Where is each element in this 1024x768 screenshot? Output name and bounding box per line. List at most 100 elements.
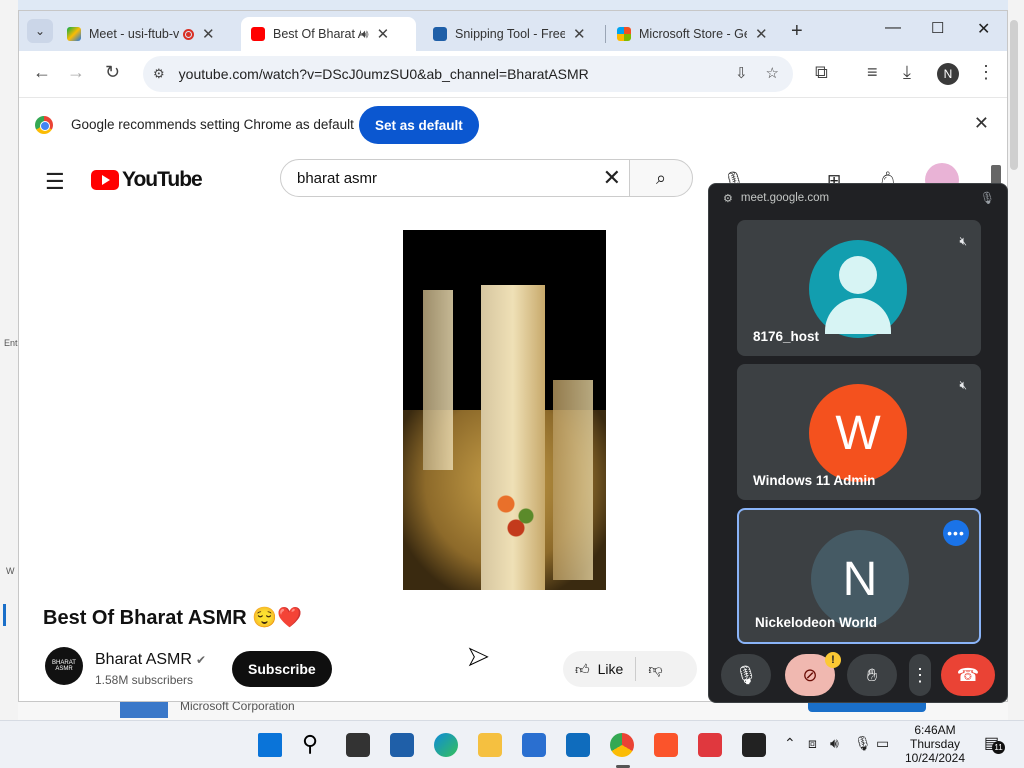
task-view-icon[interactable] bbox=[346, 733, 370, 757]
participant-tile-self[interactable]: N ••• Nickelodeon World bbox=[737, 508, 981, 644]
meet-header: ⚙ meet.google.com 🎙︎ bbox=[709, 184, 1007, 212]
brave-icon[interactable] bbox=[654, 733, 678, 757]
background-window-left-edge: Ent W bbox=[0, 0, 18, 720]
url-text: youtube.com/watch?v=DScJ0umzSU0&ab_chann… bbox=[178, 66, 589, 82]
edge-text: Ent bbox=[4, 338, 18, 348]
camera-off-icon: ⊘ bbox=[802, 664, 818, 685]
menu-kebab-icon[interactable]: ⋮ bbox=[977, 62, 995, 83]
audio-playing-icon[interactable]: 🔊︎ bbox=[361, 27, 369, 42]
leave-call-button[interactable]: ☎︎ bbox=[941, 654, 995, 696]
snipping-favicon-icon bbox=[433, 27, 447, 41]
new-tab-icon[interactable]: + bbox=[791, 20, 803, 43]
tab-youtube[interactable]: Best Of Bharat A 🔊︎ ✕ bbox=[241, 17, 416, 51]
package-app-icon[interactable] bbox=[742, 733, 766, 757]
thumbs-down-icon: 👎︎ bbox=[648, 660, 663, 677]
clear-search-icon[interactable]: ✕ bbox=[603, 165, 621, 191]
profile-avatar[interactable]: N bbox=[937, 63, 959, 85]
store-app-icon bbox=[120, 700, 168, 718]
file-explorer-icon[interactable] bbox=[478, 733, 502, 757]
raise-hand-button[interactable]: ✋︎ bbox=[847, 654, 897, 696]
volume-icon[interactable]: 🔊︎ bbox=[830, 735, 839, 752]
tab-title: Snipping Tool - Free bbox=[455, 27, 565, 41]
youtube-play-icon bbox=[91, 170, 119, 190]
meet-favicon-icon bbox=[67, 27, 81, 41]
end-call-icon: ☎︎ bbox=[956, 664, 980, 685]
show-hidden-icons-icon[interactable]: ⌃ bbox=[784, 735, 796, 752]
close-tab-icon[interactable]: ✕ bbox=[755, 25, 768, 43]
bookmark-star-icon[interactable]: ☆ bbox=[766, 64, 779, 82]
tab-title: Meet - usi-ftub-v bbox=[89, 27, 179, 41]
youtube-favicon-icon bbox=[251, 27, 265, 41]
participant-name: Windows 11 Admin bbox=[753, 473, 876, 488]
mic-muted-icon: 🔇︎ bbox=[959, 234, 967, 248]
tab-bar: ⌄ Meet - usi-ftub-v ✕ Best Of Bharat A 🔊… bbox=[19, 11, 1007, 51]
maximize-icon[interactable]: ☐ bbox=[931, 19, 944, 37]
notification-center-icon[interactable]: ▤ 11 bbox=[984, 733, 1005, 754]
reload-icon[interactable]: ↻ bbox=[105, 62, 120, 83]
microphone-button[interactable]: 🎙︎ bbox=[721, 654, 771, 696]
chrome-icon[interactable] bbox=[610, 733, 634, 757]
participant-tile[interactable]: W 🔇︎ Windows 11 Admin bbox=[737, 364, 981, 500]
microphone-tray-icon[interactable]: 🎙︎ bbox=[854, 735, 872, 752]
like-dislike-group: 👍︎ Like 👎︎ bbox=[563, 651, 697, 687]
channel-name[interactable]: Bharat ASMR ✔ bbox=[95, 651, 206, 669]
downloads-icon[interactable]: ⤓ bbox=[903, 62, 911, 83]
network-icon[interactable]: ⧈ bbox=[808, 735, 817, 752]
forward-icon[interactable]: → bbox=[67, 62, 85, 83]
search-icon[interactable]: ⚲ bbox=[302, 733, 326, 757]
more-options-icon[interactable]: ••• bbox=[943, 520, 969, 546]
tab-microsoft-store[interactable]: Microsoft Store - Ge ✕ bbox=[607, 17, 783, 51]
participant-name: 8176_host bbox=[753, 329, 820, 344]
hamburger-menu-icon[interactable]: ☰ bbox=[45, 169, 65, 195]
subscribe-button[interactable]: Subscribe bbox=[232, 651, 332, 687]
dislike-button[interactable]: 👎︎ bbox=[636, 661, 674, 678]
close-window-icon[interactable]: ✕ bbox=[977, 19, 990, 39]
tab-title: Microsoft Store - Ge bbox=[639, 27, 747, 41]
system-clock[interactable]: 6:46AM Thursday 10/24/2024 bbox=[898, 723, 972, 765]
more-options-button[interactable]: ⋮ bbox=[909, 654, 931, 696]
widgets-icon[interactable] bbox=[390, 733, 414, 757]
kebab-icon: ⋮ bbox=[911, 664, 929, 685]
set-as-default-button[interactable]: Set as default bbox=[359, 106, 479, 144]
close-tab-icon[interactable]: ✕ bbox=[377, 25, 390, 43]
meet-pip-window: ⚙ meet.google.com 🎙︎ 🔇︎ 8176_host W 🔇︎ W… bbox=[708, 183, 1008, 703]
video-player[interactable] bbox=[403, 230, 606, 590]
close-tab-icon[interactable]: ✕ bbox=[202, 25, 215, 43]
meet-controls: 🎙︎ ⊘ ! ✋︎ ⋮ ☎︎ bbox=[709, 650, 1007, 700]
site-settings-icon[interactable]: ⚙ bbox=[723, 192, 733, 205]
tab-search-button[interactable]: ⌄ bbox=[27, 19, 53, 43]
participant-avatar: N bbox=[811, 530, 909, 628]
channel-avatar[interactable]: BHARAT ASMR bbox=[45, 647, 83, 685]
site-info-icon[interactable]: ⚙ bbox=[153, 66, 165, 82]
address-bar[interactable]: ⚙ youtube.com/watch?v=DScJ0umzSU0&ab_cha… bbox=[143, 56, 793, 92]
toolbar: ← → ↻ ⚙ youtube.com/watch?v=DScJ0umzSU0&… bbox=[19, 51, 1007, 97]
participant-tile[interactable]: 🔇︎ 8176_host bbox=[737, 220, 981, 356]
like-button[interactable]: 👍︎ Like bbox=[563, 657, 637, 681]
tab-snipping-tool[interactable]: Snipping Tool - Free ✕ bbox=[423, 17, 601, 51]
minimize-icon[interactable]: — bbox=[885, 19, 901, 37]
tab-meet[interactable]: Meet - usi-ftub-v ✕ bbox=[57, 17, 235, 51]
scrollbar[interactable] bbox=[1010, 20, 1018, 170]
search-button[interactable]: ⌕ bbox=[629, 159, 693, 197]
tab-separator bbox=[605, 25, 606, 43]
background-window-right-edge bbox=[1008, 0, 1024, 720]
edge-icon[interactable] bbox=[434, 733, 458, 757]
microsoft-store-icon[interactable] bbox=[522, 733, 546, 757]
close-infobar-icon[interactable]: ✕ bbox=[974, 113, 989, 134]
vivaldi-icon[interactable] bbox=[698, 733, 722, 757]
media-control-icon[interactable]: ≡ bbox=[867, 62, 878, 83]
display-icon[interactable]: ▭ bbox=[876, 735, 889, 752]
recording-icon bbox=[183, 28, 194, 40]
back-icon[interactable]: ← bbox=[33, 62, 51, 83]
install-app-icon[interactable]: ⇩ bbox=[735, 64, 748, 82]
outlook-icon[interactable] bbox=[566, 733, 590, 757]
start-icon[interactable] bbox=[258, 733, 282, 757]
youtube-logo[interactable]: YouTube bbox=[91, 168, 203, 192]
hand-icon: ✋︎ bbox=[866, 664, 878, 685]
close-tab-icon[interactable]: ✕ bbox=[573, 25, 586, 43]
extensions-icon[interactable]: ⧉ bbox=[815, 62, 828, 83]
selection-marker bbox=[3, 604, 6, 626]
meet-domain: meet.google.com bbox=[740, 192, 830, 204]
microsoft-favicon-icon bbox=[617, 27, 631, 41]
search-input[interactable]: bharat asmr ✕ bbox=[280, 159, 630, 197]
